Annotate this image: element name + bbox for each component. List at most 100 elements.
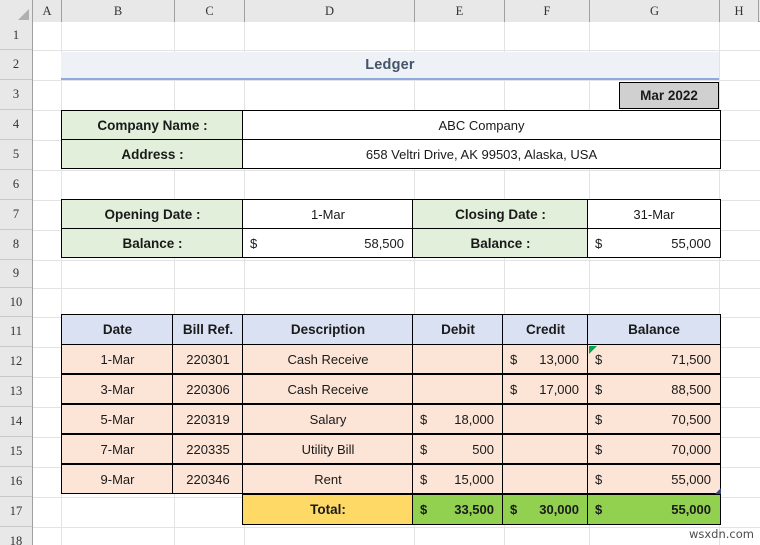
fill-handle-icon[interactable]	[715, 488, 721, 494]
table-row: $ 500	[412, 434, 504, 464]
total-balance: $ 55,000	[587, 494, 721, 525]
row-header-15[interactable]: 15	[0, 437, 32, 467]
opening-balance-value: $ 58,500	[242, 228, 414, 258]
balance-amount: 55,000	[671, 471, 711, 487]
row-header-12[interactable]: 12	[0, 347, 32, 377]
row-header-14[interactable]: 14	[0, 407, 32, 437]
table-row: Rent	[242, 464, 414, 494]
row-header-5[interactable]: 5	[0, 140, 32, 170]
total-credit: $ 30,000	[502, 494, 589, 525]
table-row: $ 88,500	[587, 374, 721, 404]
row-header-18[interactable]: 18	[0, 527, 32, 545]
currency-symbol: $	[420, 502, 428, 517]
table-row: 220319	[172, 404, 244, 434]
spreadsheet-canvas: A B C D E F G H 1 2 3 4 5 6 7 8 9 10 11 …	[0, 0, 760, 545]
row-header-17[interactable]: 17	[0, 497, 32, 527]
table-row	[412, 374, 504, 404]
page-title: Ledger	[365, 57, 415, 73]
company-name-value: ABC Company	[242, 110, 721, 140]
table-row: 9-Mar	[61, 464, 174, 494]
gridline-row-8	[33, 260, 760, 261]
period-label: Mar 2022	[619, 82, 719, 109]
table-row: $ 15,000	[412, 464, 504, 494]
table-header-debit: Debit	[412, 314, 504, 345]
column-header-b[interactable]: B	[62, 0, 175, 22]
balance-amount: 70,500	[671, 411, 711, 427]
gridline-row-5	[33, 170, 760, 171]
currency-symbol: $	[250, 235, 258, 251]
currency-symbol: $	[595, 502, 603, 517]
comment-marker-icon	[589, 346, 597, 354]
cell-grid[interactable]: Ledger Mar 2022 Company Name : ABC Compa…	[33, 22, 760, 545]
table-row	[412, 344, 504, 374]
table-row: $ 71,500	[587, 344, 721, 374]
row-header-strip: 1 2 3 4 5 6 7 8 9 10 11 12 13 14 15 16 1…	[0, 22, 33, 545]
table-row	[502, 464, 589, 494]
table-header-description: Description	[242, 314, 414, 345]
currency-symbol: $	[420, 471, 428, 487]
total-debit-amount: 33,500	[454, 502, 494, 517]
table-row: 7-Mar	[61, 434, 174, 464]
table-row: $ 70,000	[587, 434, 721, 464]
column-header-d[interactable]: D	[245, 0, 415, 22]
opening-balance-label: Balance :	[61, 228, 244, 258]
row-header-11[interactable]: 11	[0, 317, 32, 347]
table-row: $ 13,000	[502, 344, 589, 374]
row-header-13[interactable]: 13	[0, 377, 32, 407]
table-row: $ 55,000	[587, 464, 721, 494]
closing-date-label: Closing Date :	[412, 199, 589, 229]
table-row: 220346	[172, 464, 244, 494]
gridline-row-1	[33, 50, 760, 51]
table-row: 5-Mar	[61, 404, 174, 434]
closing-balance-value: $ 55,000	[587, 228, 721, 258]
row-header-1[interactable]: 1	[0, 22, 32, 50]
table-row: Salary	[242, 404, 414, 434]
table-row: 220301	[172, 344, 244, 374]
row-header-9[interactable]: 9	[0, 260, 32, 288]
debit-amount: 18,000	[454, 411, 494, 427]
closing-date-value: 31-Mar	[587, 199, 721, 229]
row-header-6[interactable]: 6	[0, 170, 32, 200]
table-header-bill-ref: Bill Ref.	[172, 314, 244, 345]
table-row: 220335	[172, 434, 244, 464]
row-header-2[interactable]: 2	[0, 50, 32, 80]
table-row: 3-Mar	[61, 374, 174, 404]
select-all-corner[interactable]	[0, 0, 33, 22]
table-row: 1-Mar	[61, 344, 174, 374]
table-row	[502, 434, 589, 464]
currency-symbol: $	[595, 381, 603, 397]
currency-symbol: $	[595, 471, 603, 487]
debit-amount: 500	[472, 441, 494, 457]
column-header-c[interactable]: C	[175, 0, 245, 22]
column-header-f[interactable]: F	[505, 0, 590, 22]
table-row: $ 70,500	[587, 404, 721, 434]
column-header-e[interactable]: E	[415, 0, 505, 22]
balance-amount: 88,500	[671, 381, 711, 397]
currency-symbol: $	[595, 411, 603, 427]
row-header-8[interactable]: 8	[0, 230, 32, 260]
column-header-h[interactable]: H	[720, 0, 759, 22]
closing-balance-amount: 55,000	[671, 235, 711, 251]
balance-amount: 71,500	[671, 351, 711, 367]
total-balance-amount: 55,000	[671, 502, 711, 517]
table-row: 220306	[172, 374, 244, 404]
opening-date-value: 1-Mar	[242, 199, 414, 229]
row-header-3[interactable]: 3	[0, 80, 32, 110]
column-header-a[interactable]: A	[33, 0, 62, 22]
debit-amount: 15,000	[454, 471, 494, 487]
row-header-10[interactable]: 10	[0, 288, 32, 317]
balance-amount: 70,000	[671, 441, 711, 457]
row-header-4[interactable]: 4	[0, 110, 32, 140]
currency-symbol: $	[510, 381, 518, 397]
table-header-balance: Balance	[587, 314, 721, 345]
row-header-7[interactable]: 7	[0, 200, 32, 230]
ledger-title-band: Ledger	[61, 52, 719, 80]
gridline-row-17	[33, 527, 760, 528]
address-label: Address :	[61, 139, 244, 169]
table-row	[502, 404, 589, 434]
table-header-date: Date	[61, 314, 174, 345]
row-header-16[interactable]: 16	[0, 467, 32, 497]
table-row: $ 18,000	[412, 404, 504, 434]
total-label: Total:	[242, 494, 414, 525]
column-header-g[interactable]: G	[590, 0, 720, 22]
